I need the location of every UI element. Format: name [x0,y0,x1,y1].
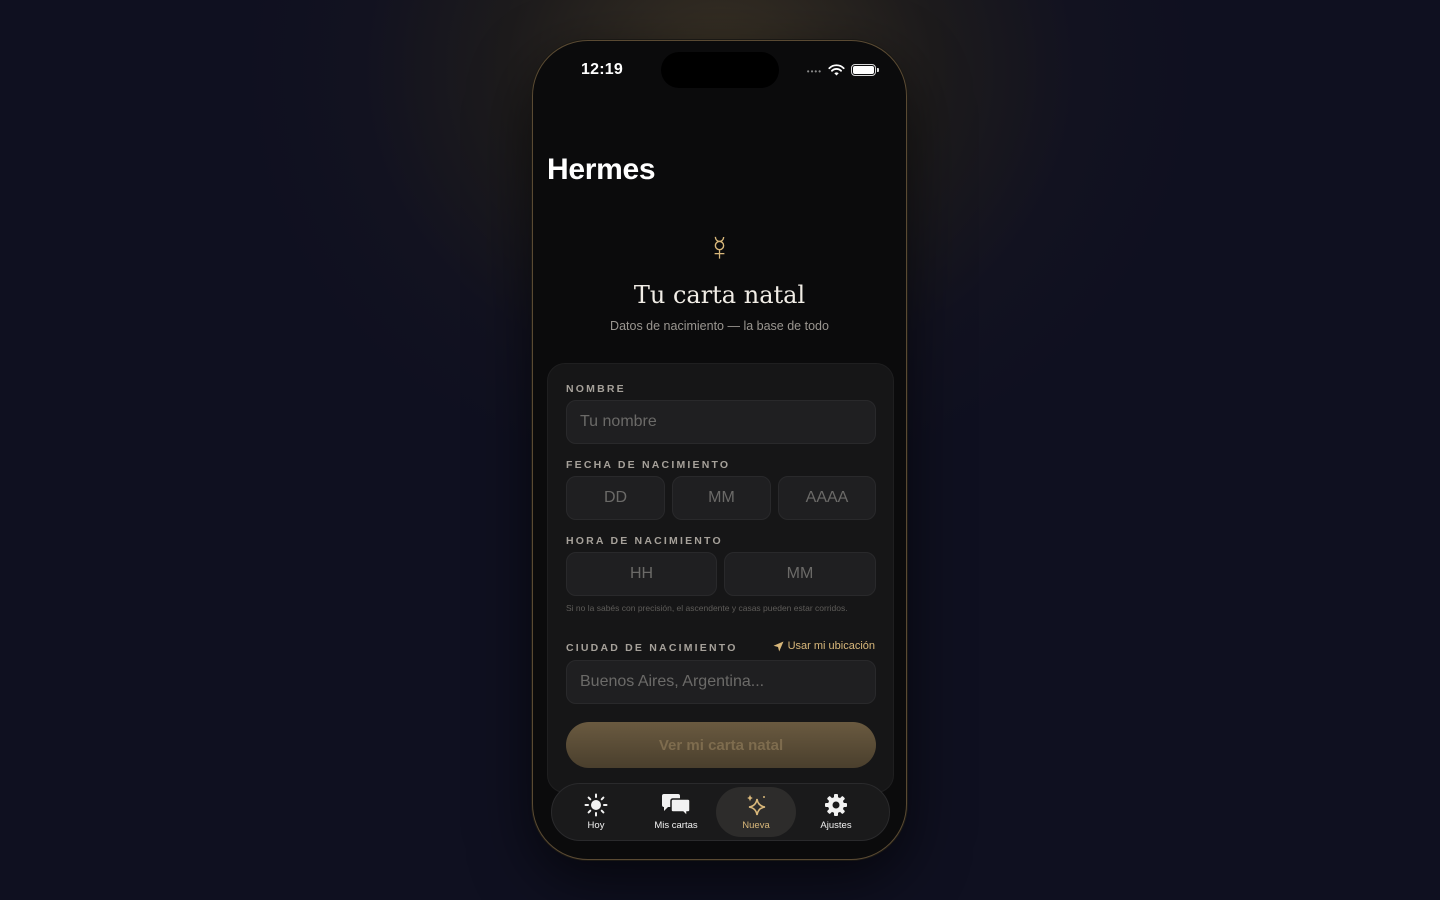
tab-ajustes[interactable]: Ajustes [796,787,876,837]
hero-title: Tu carta natal [633,281,806,309]
sun-icon [584,793,608,817]
battery-icon [851,63,879,76]
day-input[interactable]: DD [566,476,665,520]
tab-mis-cartas[interactable]: Mis cartas [636,787,716,837]
signal-icon: •••• [806,67,822,76]
tab-label: Hoy [587,820,605,831]
phone-frame: 12:19 •••• Hermes ☿ Tu carta natal Datos… [532,40,907,860]
year-input[interactable]: AAAA [778,476,876,520]
city-input[interactable]: Buenos Aires, Argentina... [566,660,876,704]
mercury-icon: ☿ [706,230,733,268]
submit-button[interactable]: Ver mi carta natal [566,722,876,768]
tab-bar: Hoy Mis cartas Nueva Ajustes [551,783,890,841]
birth-date-label: FECHA DE NACIMIENTO [566,459,731,471]
month-input[interactable]: MM [672,476,771,520]
dynamic-island [661,52,779,88]
tab-label: Ajustes [820,820,852,831]
hero-subtitle: Datos de nacimiento — la base de todo [610,319,829,333]
minute-input[interactable]: MM [724,552,876,596]
name-label: NOMBRE [566,383,626,395]
use-location-label: Usar mi ubicación [787,640,875,652]
wifi-icon [828,63,845,75]
birth-time-label: HORA DE NACIMIENTO [566,535,723,547]
status-time: 12:19 [581,61,623,78]
birth-data-form: NOMBRE Tu nombre FECHA DE NACIMIENTO DD … [547,363,894,793]
gear-icon [825,794,847,816]
hour-input[interactable]: HH [566,552,717,596]
tab-nueva[interactable]: Nueva [716,787,796,837]
use-location-button[interactable]: Usar mi ubicación [773,640,875,652]
status-icons: •••• [806,63,879,76]
tab-hoy[interactable]: Hoy [556,787,636,837]
app-title: Hermes [547,153,656,186]
name-input[interactable]: Tu nombre [566,400,876,444]
tab-label: Nueva [742,820,770,831]
tab-label: Mis cartas [654,820,698,831]
location-arrow-icon [773,641,784,651]
birth-time-hint: Si no la sabés con precisión, el ascende… [566,603,848,613]
sparkles-icon [747,794,766,816]
chat-bubbles-icon [662,794,691,817]
birth-city-label: CIUDAD DE NACIMIENTO [566,642,738,654]
